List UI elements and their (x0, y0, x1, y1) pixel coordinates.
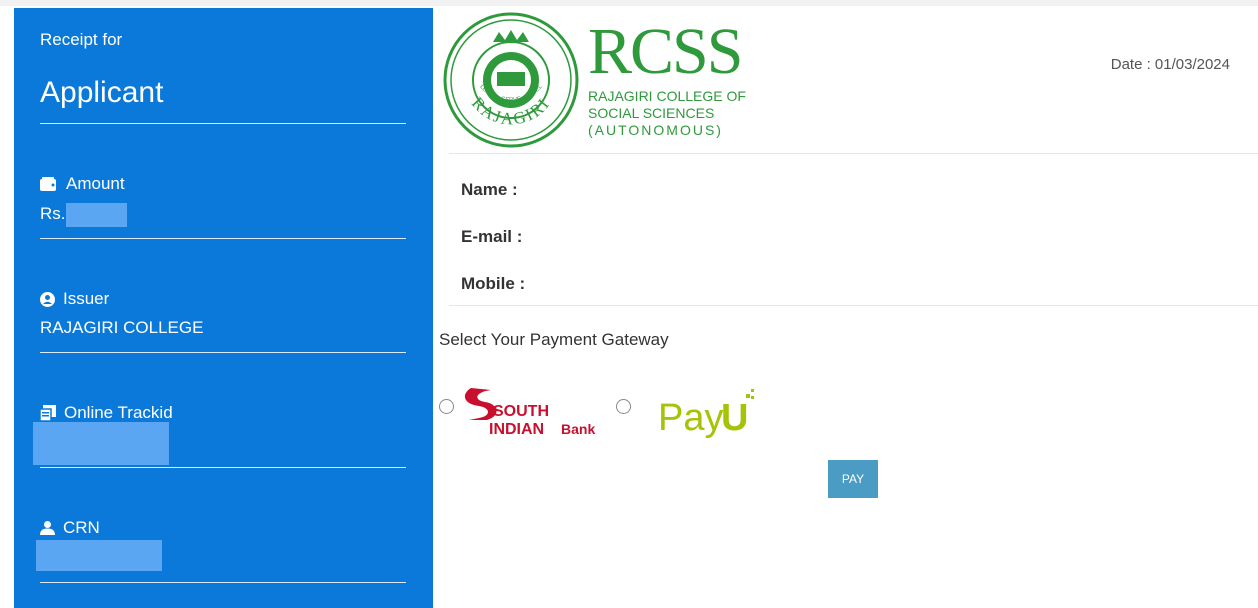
wallet-icon (40, 177, 58, 191)
brand-line-3: (AUTONOMOUS) (588, 122, 723, 138)
amount-value-redacted (66, 203, 127, 227)
payment-panel: RAJAGIRI LEARN • SERVE • EXCEL RCSS RAJA… (433, 8, 1258, 608)
payu-radio[interactable] (616, 399, 631, 414)
issuer-label-row: Issuer (40, 289, 109, 309)
person-icon (40, 521, 55, 535)
trackid-label-row: Online Trackid (40, 403, 173, 423)
college-brand: RCSS RAJAGIRI COLLEGE OF SOCIAL SCIENCES… (588, 15, 746, 139)
applicant-heading: Applicant (40, 76, 164, 109)
pay-button[interactable]: PAY (828, 460, 878, 498)
crn-label: CRN (63, 518, 100, 537)
top-border (0, 0, 1258, 6)
issuer-value: RAJAGIRI COLLEGE (40, 318, 204, 337)
divider (40, 123, 406, 124)
brand-line-1: RAJAGIRI COLLEGE OF (588, 88, 746, 104)
name-label: Name : (461, 180, 518, 199)
south-indian-bank-radio[interactable] (439, 399, 454, 414)
divider (40, 238, 406, 239)
sib-line-1: SOUTH (493, 403, 549, 420)
issuer-label: Issuer (63, 289, 110, 308)
trackid-value-redacted (33, 422, 169, 465)
payu-logo[interactable]: Pay U (658, 386, 758, 445)
payu-u: U (721, 397, 748, 439)
amount-label-row: Amount (40, 174, 125, 194)
brand-line-2: SOCIAL SCIENCES (588, 105, 715, 121)
payu-text: Pay (658, 397, 723, 439)
divider (449, 153, 1258, 154)
crn-value-redacted (36, 540, 162, 571)
mobile-label: Mobile : (461, 274, 526, 293)
crn-label-row: CRN (40, 518, 100, 538)
south-indian-bank-logo[interactable]: SOUTH INDIAN Bank (461, 384, 606, 444)
amount-label: Amount (66, 174, 125, 193)
rajagiri-seal-logo: RAJAGIRI LEARN • SERVE • EXCEL (443, 12, 579, 153)
trackid-label: Online Trackid (64, 403, 173, 422)
gateway-title: Select Your Payment Gateway (439, 330, 669, 349)
amount-prefix: Rs. (40, 204, 66, 223)
sib-line-3: Bank (561, 421, 595, 437)
user-circle-icon (40, 291, 55, 307)
sib-line-2: INDIAN (489, 421, 544, 438)
receipt-for-label: Receipt for (40, 30, 123, 49)
divider (40, 467, 406, 468)
receipt-date: Date : 01/03/2024 (1110, 56, 1230, 73)
receipt-sidebar: Receipt for Applicant Amount Rs. Issuer … (14, 8, 433, 608)
brand-title: RCSS (588, 15, 743, 88)
divider (449, 305, 1258, 306)
divider (40, 352, 406, 353)
email-label: E-mail : (461, 227, 523, 246)
divider (40, 582, 406, 583)
receipt-icon (40, 405, 56, 421)
